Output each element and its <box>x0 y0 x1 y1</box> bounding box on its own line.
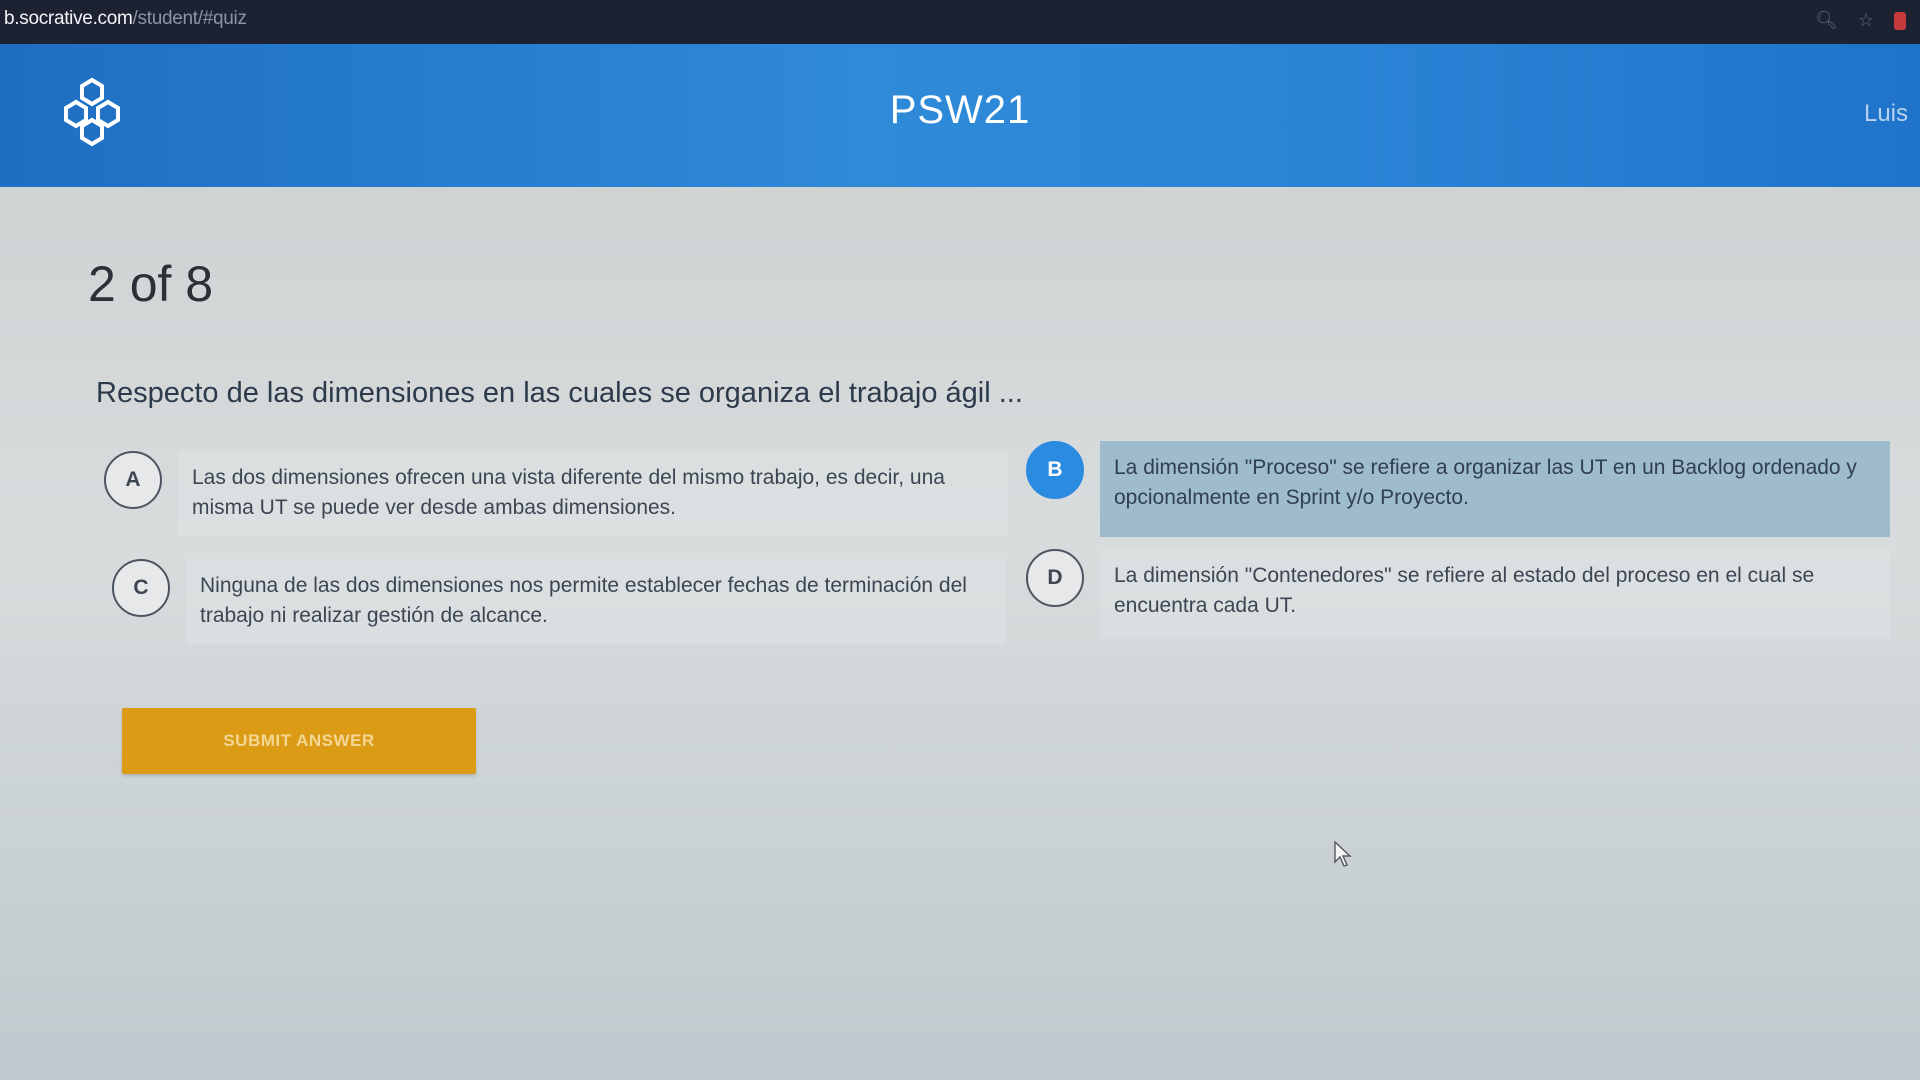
answer-text-c[interactable]: Ninguna de las dos dimensiones nos permi… <box>186 559 1006 644</box>
url-path: /student/#quiz <box>132 8 247 29</box>
browser-toolbar: 🔍︎ ☆ <box>1815 10 1906 31</box>
answer-text-b[interactable]: La dimensión "Proceso" se refiere a orga… <box>1100 441 1890 537</box>
answer-option-b[interactable]: B La dimensión "Proceso" se refiere a or… <box>1026 441 1890 537</box>
extension-icon[interactable] <box>1894 11 1906 30</box>
question-progress: 2 of 8 <box>88 256 214 312</box>
app-header: PSW21 Luis <box>0 44 1920 187</box>
answer-text-a[interactable]: Las dos dimensiones ofrecen una vista di… <box>178 451 1008 536</box>
answer-letter-c[interactable]: C <box>112 559 170 617</box>
zoom-icon[interactable]: 🔍︎ <box>1815 10 1838 31</box>
answer-letter-a[interactable]: A <box>104 451 162 509</box>
mouse-cursor-icon <box>1334 841 1352 867</box>
question-text: Respecto de las dimensiones en las cuale… <box>96 377 1023 409</box>
quiz-area: 2 of 8 Respecto de las dimensiones en la… <box>0 187 1920 1080</box>
submit-answer-button[interactable]: SUBMIT ANSWER <box>122 708 476 774</box>
answer-option-c[interactable]: C Ninguna de las dos dimensiones nos per… <box>112 559 1006 644</box>
answer-letter-b[interactable]: B <box>1026 441 1084 499</box>
answer-option-d[interactable]: D La dimensión "Contenedores" se refiere… <box>1026 549 1890 639</box>
browser-address-bar[interactable]: b.socrative.com/student/#quiz 🔍︎ ☆ <box>0 0 1920 44</box>
answer-letter-d[interactable]: D <box>1026 549 1084 607</box>
answer-option-a[interactable]: A Las dos dimensiones ofrecen una vista … <box>104 451 1008 536</box>
user-name[interactable]: Luis <box>1864 100 1908 128</box>
answer-text-d[interactable]: La dimensión "Contenedores" se refiere a… <box>1100 549 1890 639</box>
bookmark-star-icon[interactable]: ☆ <box>1858 10 1874 31</box>
url-host: b.socrative.com <box>4 8 133 29</box>
url-text[interactable]: b.socrative.com/student/#quiz <box>4 8 247 30</box>
room-name: PSW21 <box>889 88 1031 132</box>
